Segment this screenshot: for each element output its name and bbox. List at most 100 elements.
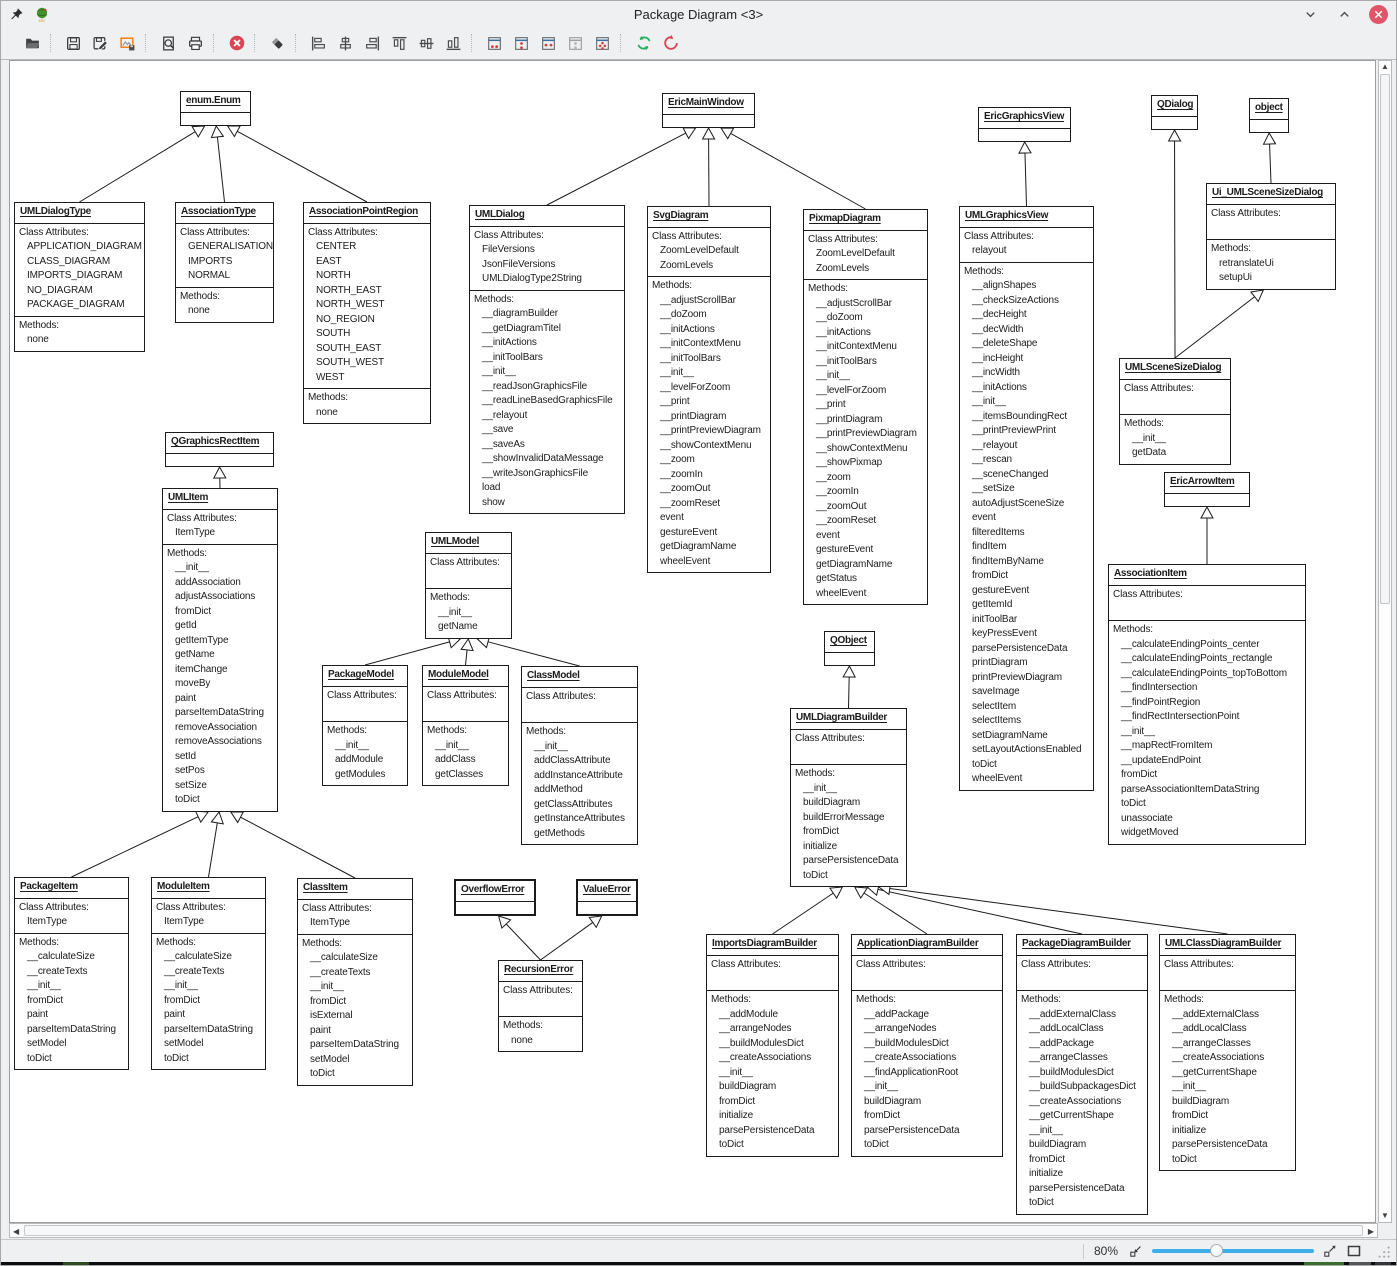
uml-class-Ui_UMLSceneSizeDialog[interactable]: Ui_UMLSceneSizeDialog Class Attributes: Me… xyxy=(1206,183,1336,290)
eraser-icon xyxy=(272,37,283,49)
center-horizontal-button[interactable] xyxy=(535,30,562,56)
uml-class-ClassItem[interactable]: ClassItem Class Attributes: ItemType Method… xyxy=(297,878,413,1086)
zoom-out-button[interactable] xyxy=(1126,1242,1146,1260)
align-left-button[interactable] xyxy=(305,30,332,56)
toolbar-separator xyxy=(295,34,300,52)
taskbar-item xyxy=(63,1262,89,1265)
align-bottom-button[interactable] xyxy=(440,30,467,56)
print-button[interactable] xyxy=(182,30,209,56)
uml-class-EricMainWindow[interactable]: EricMainWindow xyxy=(662,93,755,128)
align-right-button[interactable] xyxy=(359,30,386,56)
save-button[interactable] xyxy=(60,30,87,56)
uml-class-ValueError[interactable]: ValueError xyxy=(576,879,638,916)
scroll-left-arrow[interactable]: ◀ xyxy=(13,1227,19,1236)
re-scan-button[interactable] xyxy=(657,30,684,56)
uml-class-QDialog[interactable]: QDialog xyxy=(1151,95,1198,130)
class-name: enum.Enum xyxy=(181,92,250,113)
uml-class-OverflowError[interactable]: OverflowError xyxy=(454,879,536,916)
align-top-button[interactable] xyxy=(386,30,413,56)
uml-class-QGraphicsRectItem[interactable]: QGraphicsRectItem xyxy=(165,432,274,467)
distribute-vertical-button[interactable] xyxy=(508,30,535,56)
class-name: ClassModel xyxy=(522,667,637,688)
horizontal-scrollbar-thumb[interactable] xyxy=(24,1225,1363,1236)
uml-class-EricArrowItem[interactable]: EricArrowItem xyxy=(1164,472,1250,507)
snap-to-grid-button[interactable] xyxy=(589,30,616,56)
uml-class-AssociationItem[interactable]: AssociationItem Class Attributes: Methods:… xyxy=(1108,564,1306,845)
uml-class-UMLClassDiagramBuilder[interactable]: UMLClassDiagramBuilder Class Attributes: M… xyxy=(1159,934,1296,1171)
pin-icon[interactable] xyxy=(9,7,24,22)
uml-class-SvgDiagram[interactable]: SvgDiagram Class Attributes: ZoomLevelDefa… xyxy=(647,206,771,573)
uml-class-EricGraphicsView[interactable]: EricGraphicsView xyxy=(978,107,1071,142)
maximize-button[interactable] xyxy=(1334,4,1354,24)
uml-class-RecursionError[interactable]: RecursionError Class Attributes: Methods: n… xyxy=(498,960,583,1052)
methods-compartment: Methods: __init__ addModule getModules xyxy=(323,721,407,785)
minimize-button[interactable] xyxy=(1300,4,1320,24)
uml-class-PackageItem[interactable]: PackageItem Class Attributes: ItemType Meth… xyxy=(14,877,129,1070)
uml-class-UMLItem[interactable]: UMLItem Class Attributes: ItemType Methods:… xyxy=(162,488,278,812)
uml-class-UMLDialog[interactable]: UMLDialog Class Attributes: FileVersions Js… xyxy=(469,205,625,514)
zoom-full-button[interactable] xyxy=(1344,1242,1364,1260)
uml-class-PackageDiagramBuilder[interactable]: PackageDiagramBuilder Class Attributes: Me… xyxy=(1016,934,1148,1215)
horizontal-scrollbar[interactable]: ◀ ▶ xyxy=(9,1223,1378,1238)
center-horizontal-icon xyxy=(542,36,555,50)
uml-class-AssociationType[interactable]: AssociationType Class Attributes: GENERALI… xyxy=(175,202,274,323)
uml-class-UMLModel[interactable]: UMLModel Class Attributes: Methods: __init_… xyxy=(425,532,512,639)
uml-class-UMLDialogType[interactable]: UMLDialogType Class Attributes: APPLICATIO… xyxy=(14,202,145,352)
uml-class-AssociationPointRegion[interactable]: AssociationPointRegion Class Attributes: C… xyxy=(303,202,431,424)
scroll-right-arrow[interactable]: ▶ xyxy=(1368,1227,1374,1236)
empty-compartment xyxy=(1152,117,1197,129)
size-grip[interactable] xyxy=(1374,1242,1392,1260)
uml-class-UMLGraphicsView[interactable]: UMLGraphicsView Class Attributes: relayout… xyxy=(959,206,1094,791)
uml-class-ClassModel[interactable]: ClassModel Class Attributes: Methods: __ini… xyxy=(521,666,638,845)
titlebar[interactable]: eric Package Diagram <3> xyxy=(1,1,1396,27)
uml-class-ApplicationDiagramBuilder[interactable]: ApplicationDiagramBuilder Class Attribute… xyxy=(851,934,1003,1157)
close-icon xyxy=(1368,4,1388,24)
toolbar-separator xyxy=(145,34,150,52)
uml-class-PackageModel[interactable]: PackageModel Class Attributes: Methods: __i… xyxy=(322,665,408,786)
distribute-horizontal-button[interactable] xyxy=(481,30,508,56)
scroll-up-arrow[interactable]: ▲ xyxy=(1379,63,1391,71)
taskbar-item xyxy=(1349,1262,1371,1265)
save-image-button[interactable] xyxy=(114,30,141,56)
methods-compartment: Methods: none xyxy=(304,388,430,423)
delete-shape-button[interactable] xyxy=(264,30,291,56)
methods-compartment: Methods: __init__ getData xyxy=(1120,414,1230,464)
uml-class-ModuleItem[interactable]: ModuleItem Class Attributes: ItemType Metho… xyxy=(151,877,266,1070)
uml-class-object[interactable]: object xyxy=(1249,98,1289,133)
uml-class-enum.Enum[interactable]: enum.Enum xyxy=(180,91,251,126)
print-icon xyxy=(189,36,202,50)
empty-compartment xyxy=(181,113,250,125)
toolbar-separator xyxy=(213,34,218,52)
vertical-scrollbar[interactable]: ▲ ▼ xyxy=(1378,60,1392,1223)
open-button[interactable] xyxy=(19,30,46,56)
uml-class-UMLSceneSizeDialog[interactable]: UMLSceneSizeDialog Class Attributes: Metho… xyxy=(1119,358,1231,465)
align-hcenter-button[interactable] xyxy=(332,30,359,56)
save-as-icon xyxy=(93,36,108,50)
class-name: AssociationType xyxy=(176,203,273,224)
print-preview-button[interactable] xyxy=(155,30,182,56)
class-name: UMLDialogType xyxy=(15,203,144,224)
uml-class-ImportsDiagramBuilder[interactable]: ImportsDiagramBuilder Class Attributes: Me… xyxy=(706,934,839,1157)
save-icon xyxy=(67,36,80,50)
uml-class-QObject[interactable]: QObject xyxy=(824,631,875,666)
close-window-button[interactable] xyxy=(223,30,250,56)
class-name: QDialog xyxy=(1152,96,1197,117)
class-name: QObject xyxy=(825,632,874,653)
uml-class-PixmapDiagram[interactable]: PixmapDiagram Class Attributes: ZoomLevelD… xyxy=(803,209,928,605)
close-button[interactable] xyxy=(1368,4,1388,24)
vertical-scrollbar-thumb[interactable] xyxy=(1380,74,1390,604)
scroll-down-arrow[interactable]: ▼ xyxy=(1379,1212,1391,1220)
zoom-slider[interactable] xyxy=(1152,1242,1314,1260)
uml-class-UMLDiagramBuilder[interactable]: UMLDiagramBuilder Class Attributes: Method… xyxy=(790,708,907,887)
re-layout-button[interactable] xyxy=(630,30,657,56)
methods-compartment: Methods: __diagramBuilder __getDiagramTite… xyxy=(470,289,624,514)
zoom-in-button[interactable] xyxy=(1320,1242,1340,1260)
class-name: UMLItem xyxy=(163,489,277,510)
align-vcenter-button[interactable] xyxy=(413,30,440,56)
zoom-slider-handle[interactable] xyxy=(1210,1244,1223,1257)
align-bottom-icon xyxy=(446,36,461,50)
zoom-percentage: 80% xyxy=(1093,1244,1118,1258)
center-vertical-button[interactable] xyxy=(562,30,589,56)
uml-class-ModuleModel[interactable]: ModuleModel Class Attributes: Methods: __in… xyxy=(422,665,509,786)
save-as-button[interactable] xyxy=(87,30,114,56)
